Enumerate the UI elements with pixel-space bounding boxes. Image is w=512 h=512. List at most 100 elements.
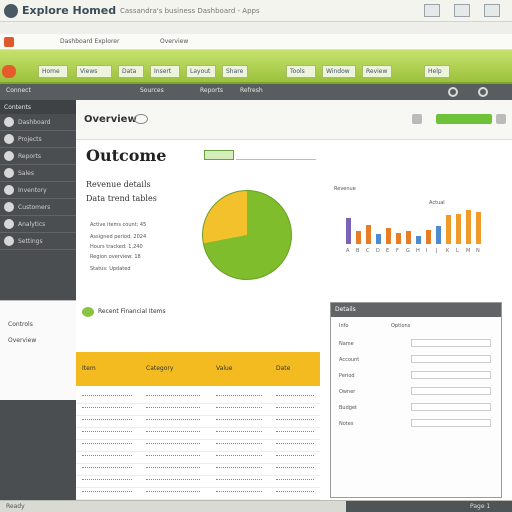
table-cell xyxy=(82,467,132,470)
ribbon-tab-review[interactable]: Review xyxy=(362,65,392,78)
chart-legend: Actual xyxy=(429,200,445,206)
bar-mark xyxy=(396,232,401,244)
status-right: Page 1 xyxy=(470,503,491,510)
sidebar-item-label: Reports xyxy=(18,153,42,160)
primary-action-button[interactable] xyxy=(436,114,492,124)
bar-mark xyxy=(346,218,351,244)
table-row[interactable] xyxy=(76,452,320,464)
meta-row: Region overview: 18 xyxy=(90,254,141,260)
table-cell xyxy=(82,395,132,398)
summary-input[interactable] xyxy=(236,150,316,160)
page-title: Overview xyxy=(84,114,137,125)
ribbon-tab-data[interactable]: Data xyxy=(118,65,144,78)
summary-line-1: Revenue details xyxy=(86,180,151,189)
table-row[interactable] xyxy=(76,464,320,476)
user-icon xyxy=(4,202,14,212)
bar-mark xyxy=(426,229,431,244)
pie-chart xyxy=(202,190,292,280)
ribbon-tab-home[interactable]: Home xyxy=(38,65,68,78)
panel-title: Controls xyxy=(8,321,33,328)
sidebar-item-customers[interactable]: Customers xyxy=(0,199,76,216)
sidebar-item-analytics[interactable]: Analytics xyxy=(0,216,76,233)
more-icon[interactable] xyxy=(496,114,506,124)
refresh-icon[interactable] xyxy=(134,114,148,124)
field-label: Budget xyxy=(339,405,357,411)
column-header[interactable]: Category xyxy=(146,365,173,372)
sidebar-item-dashboard[interactable]: Dashboard xyxy=(0,114,76,131)
sidebar-item-label: Sales xyxy=(18,170,34,177)
table-row[interactable] xyxy=(76,416,320,428)
bar-mark xyxy=(466,210,471,244)
url-text[interactable]: Dashboard Explorer xyxy=(60,38,119,45)
sidebar-item-projects[interactable]: Projects xyxy=(0,131,76,148)
ribbon-tab-insert[interactable]: Insert xyxy=(150,65,180,78)
app-menu-button[interactable] xyxy=(2,65,16,78)
sidebar-item-sales[interactable]: Sales xyxy=(0,165,76,182)
maximize-button[interactable] xyxy=(454,4,470,17)
table-cell xyxy=(82,443,132,446)
search-icon[interactable] xyxy=(448,87,458,97)
table-cell xyxy=(276,467,314,470)
bar-tick-label: K xyxy=(446,248,450,254)
gear-icon[interactable] xyxy=(478,87,488,97)
table-cell xyxy=(146,431,200,434)
app-subtitle: Cassandra's business Dashboard - Apps xyxy=(120,7,260,15)
owner-field[interactable] xyxy=(411,387,491,395)
table-row[interactable] xyxy=(76,476,320,488)
panel-item[interactable]: Overview xyxy=(8,337,36,344)
home-icon[interactable] xyxy=(4,37,14,47)
column-header[interactable]: Item xyxy=(82,365,96,372)
field-label: Name xyxy=(339,341,354,347)
bar-mark xyxy=(356,231,361,244)
title-bar: Explore Homed Cassandra's business Dashb… xyxy=(0,0,512,22)
minimize-button[interactable] xyxy=(424,4,440,17)
account-field[interactable] xyxy=(411,355,491,363)
meta-row: Hours tracked: 1,240 xyxy=(90,244,143,250)
tool-connect[interactable]: Connect xyxy=(6,87,31,94)
table-row[interactable] xyxy=(76,440,320,452)
column-header[interactable]: Date xyxy=(276,365,290,372)
table-cell xyxy=(276,443,314,446)
ribbon-tab-views[interactable]: Views xyxy=(76,65,112,78)
ribbon-tab-tools[interactable]: Tools xyxy=(286,65,316,78)
table-cell xyxy=(276,395,314,398)
column-header[interactable]: Value xyxy=(216,365,232,372)
table-cell xyxy=(276,431,314,434)
bar-mark xyxy=(376,234,381,244)
table-cell xyxy=(146,491,200,494)
table-row[interactable] xyxy=(76,392,320,404)
dialog-tab[interactable]: Info xyxy=(339,323,348,329)
table-row[interactable] xyxy=(76,404,320,416)
sidebar-item-reports[interactable]: Reports xyxy=(0,148,76,165)
ribbon-tab-layout[interactable]: Layout xyxy=(186,65,216,78)
sidebar-item-settings[interactable]: Settings xyxy=(0,233,76,250)
ribbon-tab-share[interactable]: Share xyxy=(222,65,248,78)
name-field[interactable] xyxy=(411,339,491,347)
table-row[interactable] xyxy=(76,488,320,500)
filter-icon[interactable] xyxy=(412,114,422,124)
tool-sources[interactable]: Sources xyxy=(140,87,164,94)
sidebar-item-inventory[interactable]: Inventory xyxy=(0,182,76,199)
bar-mark xyxy=(366,224,371,244)
table-cell xyxy=(216,467,262,470)
url-bar[interactable]: Dashboard Explorer Overview xyxy=(0,34,512,50)
ribbon-tab-help[interactable]: Help xyxy=(424,65,450,78)
ribbon-tab-window[interactable]: Window xyxy=(322,65,356,78)
url-path[interactable]: Overview xyxy=(160,38,188,45)
ribbon: Home Views Data Insert Layout Share Tool… xyxy=(0,50,512,84)
notes-field[interactable] xyxy=(411,419,491,427)
table-cell xyxy=(276,407,314,410)
bar-tick-label: B xyxy=(356,248,360,254)
table-row[interactable] xyxy=(76,428,320,440)
close-button[interactable] xyxy=(484,4,500,17)
sidebar-item-label: Projects xyxy=(18,136,42,143)
dialog-tab[interactable]: Options xyxy=(391,323,410,329)
period-field[interactable] xyxy=(411,371,491,379)
summary-filter[interactable] xyxy=(204,150,234,160)
tool-refresh[interactable]: Refresh xyxy=(240,87,263,94)
table-cell xyxy=(82,407,132,410)
budget-field[interactable] xyxy=(411,403,491,411)
chart-title: Revenue xyxy=(334,186,356,192)
tool-reports[interactable]: Reports xyxy=(200,87,223,94)
data-table: Item Category Value Date xyxy=(76,352,320,512)
